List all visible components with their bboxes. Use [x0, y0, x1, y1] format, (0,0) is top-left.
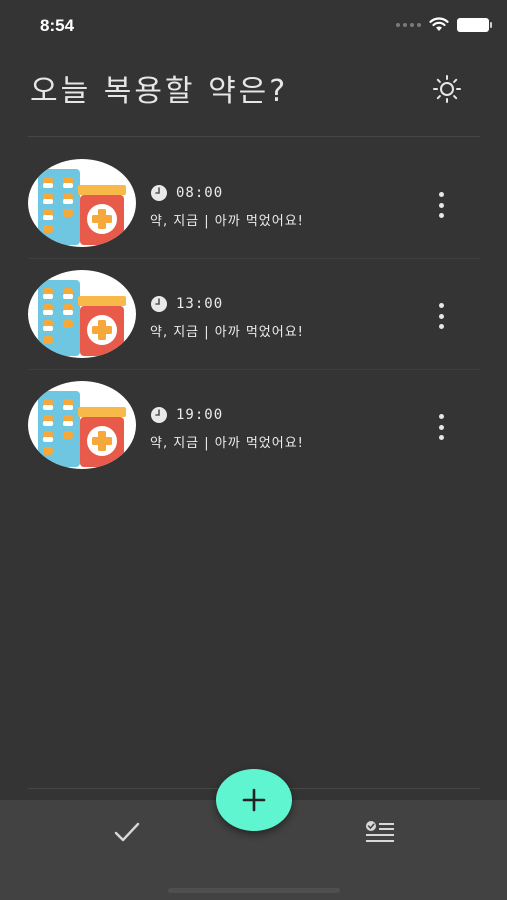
theme-toggle-button[interactable]	[430, 72, 464, 106]
medication-description: 약, 지금 | 아까 먹었어요!	[150, 214, 304, 229]
signal-icon	[396, 22, 421, 27]
status-icons	[396, 17, 492, 32]
plus-icon	[242, 788, 266, 812]
tab-check-button[interactable]	[110, 817, 144, 847]
medication-item[interactable]: 19:00 약, 지금 | 아까 먹었어요!	[0, 370, 507, 481]
more-options-button[interactable]	[432, 192, 450, 218]
medication-description: 약, 지금 | 아까 먹었어요!	[150, 325, 304, 340]
more-vertical-icon	[438, 192, 444, 197]
clock-icon	[151, 407, 167, 423]
medication-list: 08:00 약, 지금 | 아까 먹었어요! 13:00 약, 지금 | 아까 …	[0, 148, 507, 481]
medication-time-row: 13:00	[150, 295, 223, 313]
status-bar: 8:54	[0, 0, 507, 50]
medicine-icon	[28, 270, 136, 358]
medication-time-row: 19:00	[150, 406, 223, 424]
checkmark-icon	[114, 822, 140, 842]
clock-icon	[151, 296, 167, 312]
sun-icon	[433, 75, 461, 103]
more-vertical-icon	[438, 303, 444, 308]
clock-icon	[151, 185, 167, 201]
header: 오늘 복용할 약은?	[28, 60, 480, 120]
medication-time: 19:00	[176, 407, 224, 423]
status-time: 8:54	[40, 16, 75, 35]
add-medication-button[interactable]	[216, 769, 292, 831]
more-options-button[interactable]	[432, 414, 450, 440]
checklist-icon	[366, 821, 394, 842]
medication-item[interactable]: 08:00 약, 지금 | 아까 먹었어요!	[0, 148, 507, 259]
medication-item[interactable]: 13:00 약, 지금 | 아까 먹었어요!	[0, 259, 507, 370]
wifi-icon	[429, 17, 449, 31]
tab-checklist-button[interactable]	[362, 817, 398, 847]
battery-icon	[457, 17, 492, 32]
home-indicator	[168, 888, 340, 893]
header-divider	[28, 136, 480, 137]
medicine-icon	[28, 159, 136, 247]
medication-time: 08:00	[176, 185, 224, 201]
medicine-icon	[28, 381, 136, 469]
more-options-button[interactable]	[432, 303, 450, 329]
medication-time-row: 08:00	[150, 184, 223, 202]
more-vertical-icon	[438, 414, 444, 419]
page-title: 오늘 복용할 약은?	[30, 74, 289, 109]
medication-time: 13:00	[176, 296, 224, 312]
medication-description: 약, 지금 | 아까 먹었어요!	[150, 436, 304, 451]
